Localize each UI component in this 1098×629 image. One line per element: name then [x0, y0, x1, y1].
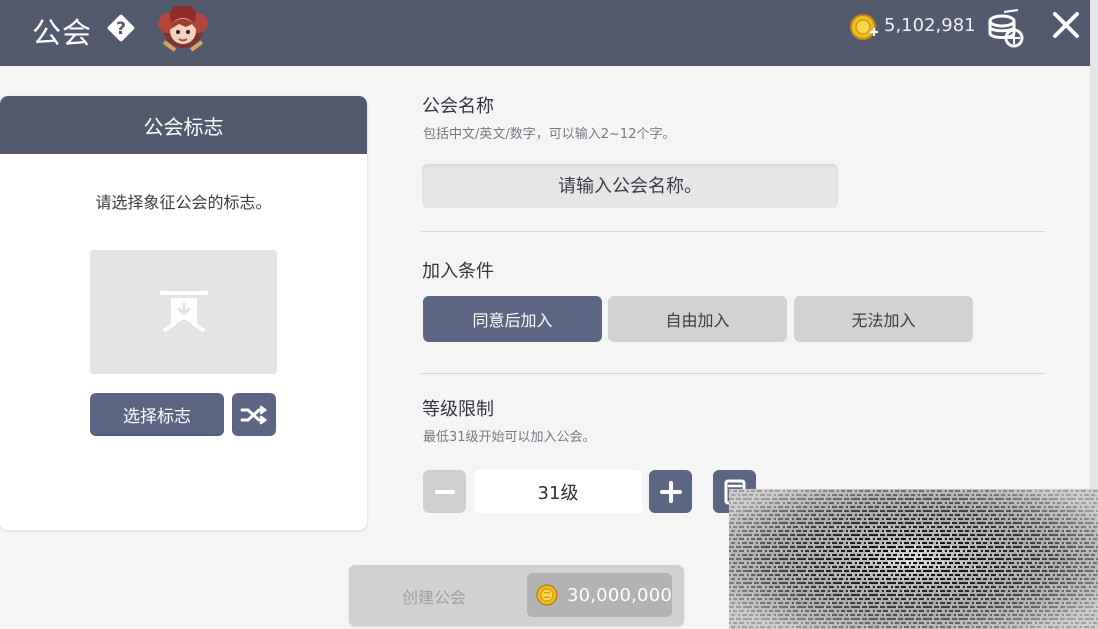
gold-coin-icon: [850, 14, 879, 40]
level-increase-button[interactable]: [649, 470, 692, 513]
create-guild-button[interactable]: 创建公会 30,000,000: [349, 565, 684, 626]
banner-emblem-icon: [159, 291, 208, 332]
guild-emblem-panel: 公会标志 请选择象征公会的标志。 选择标志: [0, 96, 367, 530]
join-condition-title: 加入条件: [422, 261, 494, 282]
emblem-preview[interactable]: [90, 250, 277, 374]
guild-name-hint: 包括中文/英文/数字，可以输入2~12个字。: [423, 127, 676, 142]
select-emblem-button[interactable]: 选择标志: [90, 393, 224, 436]
minus-icon: [434, 489, 455, 494]
plus-icon: [659, 480, 682, 503]
join-after-approval-button[interactable]: 同意后加入: [423, 296, 602, 342]
guild-name-input[interactable]: [422, 164, 838, 208]
page-title: 公会: [32, 16, 93, 50]
level-decrease-button[interactable]: [423, 470, 466, 513]
section-divider: [421, 373, 1045, 374]
avatar[interactable]: [158, 6, 208, 52]
coin-stack-icon[interactable]: [984, 8, 1026, 50]
level-limit-title: 等级限制: [422, 399, 494, 420]
create-cost-value: 30,000,000: [566, 584, 672, 606]
emblem-instruction: 请选择象征公会的标志。: [95, 193, 272, 212]
guild-create-screen: 公会 ? 5,102,981 公会标志 请选择象征公会的标志。 选择标志 公会名…: [0, 0, 1098, 629]
gold-coin-icon: [536, 584, 558, 606]
random-emblem-button[interactable]: [232, 393, 276, 436]
section-divider: [421, 231, 1045, 232]
guild-name-title: 公会名称: [422, 96, 494, 117]
top-bar: 公会 ? 5,102,981: [0, 0, 1090, 66]
shuffle-icon: [240, 405, 267, 424]
gold-amount: 5,102,981: [884, 15, 976, 36]
free-join-button[interactable]: 自由加入: [608, 296, 787, 342]
create-cost-box: 30,000,000: [527, 573, 672, 617]
close-icon[interactable]: [1050, 9, 1082, 41]
no-join-button[interactable]: 无法加入: [794, 296, 973, 342]
level-value: 31级: [474, 470, 642, 513]
level-limit-hint: 最低31级开始可以加入公会。: [423, 430, 596, 445]
emblem-panel-title: 公会标志: [0, 96, 367, 154]
svg-text:?: ?: [116, 19, 126, 39]
help-icon[interactable]: ?: [104, 11, 138, 45]
create-guild-label: 创建公会: [402, 588, 467, 607]
noise-overlay: [729, 489, 1098, 629]
